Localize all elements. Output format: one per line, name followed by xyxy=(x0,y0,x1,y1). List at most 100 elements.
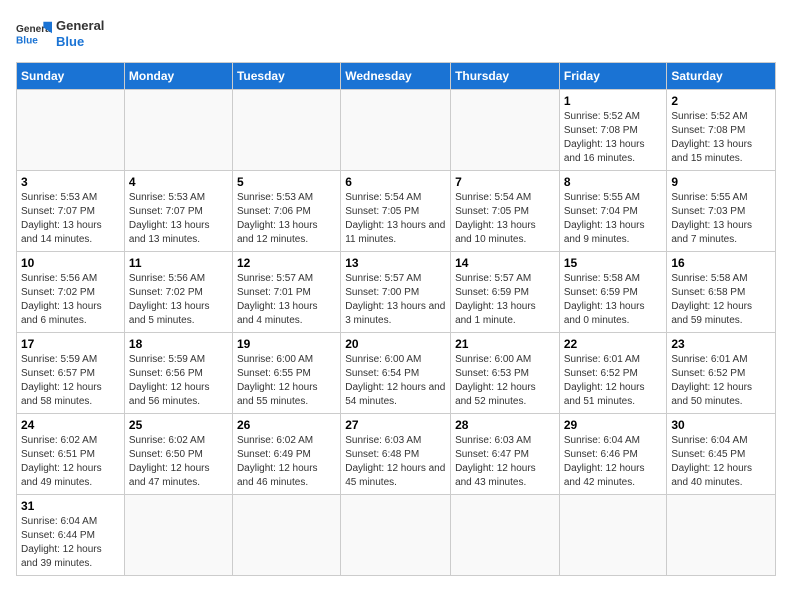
day-number: 10 xyxy=(21,256,120,270)
calendar-cell: 8 Sunrise: 5:55 AM Sunset: 7:04 PM Daylig… xyxy=(559,171,667,252)
calendar-cell: 18 Sunrise: 5:59 AM Sunset: 6:56 PM Dayli… xyxy=(124,333,232,414)
day-info: Sunrise: 6:00 AM Sunset: 6:53 PM Dayligh… xyxy=(455,353,555,409)
page-header: General Blue General Blue xyxy=(16,16,776,52)
day-info: Sunrise: 6:02 AM Sunset: 6:51 PM Dayligh… xyxy=(21,434,120,490)
day-number: 24 xyxy=(21,418,120,432)
calendar-cell xyxy=(341,90,451,171)
calendar-cell: 25 Sunrise: 6:02 AM Sunset: 6:50 PM Dayli… xyxy=(124,414,232,495)
day-info: Sunrise: 5:57 AM Sunset: 6:59 PM Dayligh… xyxy=(455,272,555,328)
calendar-cell: 1Sunrise: 5:52 AM Sunset: 7:08 PM Daylig… xyxy=(559,90,667,171)
day-number: 12 xyxy=(237,256,336,270)
day-info: Sunrise: 5:58 AM Sunset: 6:58 PM Dayligh… xyxy=(671,272,771,328)
day-info: Sunrise: 5:53 AM Sunset: 7:07 PM Dayligh… xyxy=(129,191,228,247)
calendar-cell xyxy=(451,90,560,171)
day-info: Sunrise: 5:59 AM Sunset: 6:57 PM Dayligh… xyxy=(21,353,120,409)
calendar-cell: 16 Sunrise: 5:58 AM Sunset: 6:58 PM Dayli… xyxy=(667,252,776,333)
day-number: 19 xyxy=(237,337,336,351)
day-info: Sunrise: 5:52 AM Sunset: 7:08 PM Dayligh… xyxy=(671,110,771,166)
calendar-cell: 9 Sunrise: 5:55 AM Sunset: 7:03 PM Daylig… xyxy=(667,171,776,252)
day-number: 3 xyxy=(21,175,120,189)
calendar-cell: 19Sunrise: 6:00 AM Sunset: 6:55 PM Dayli… xyxy=(232,333,340,414)
day-number: 18 xyxy=(129,337,228,351)
logo: General Blue General Blue xyxy=(16,16,104,52)
day-info: Sunrise: 5:55 AM Sunset: 7:04 PM Dayligh… xyxy=(564,191,663,247)
calendar-cell xyxy=(17,90,125,171)
calendar-cell xyxy=(124,495,232,576)
day-info: Sunrise: 6:01 AM Sunset: 6:52 PM Dayligh… xyxy=(564,353,663,409)
day-number: 6 xyxy=(345,175,446,189)
calendar-cell: 31Sunrise: 6:04 AM Sunset: 6:44 PM Dayli… xyxy=(17,495,125,576)
day-number: 4 xyxy=(129,175,228,189)
day-number: 28 xyxy=(455,418,555,432)
calendar-week-row: 31Sunrise: 6:04 AM Sunset: 6:44 PM Dayli… xyxy=(17,495,776,576)
column-header-monday: Monday xyxy=(124,63,232,90)
day-number: 23 xyxy=(671,337,771,351)
column-header-wednesday: Wednesday xyxy=(341,63,451,90)
calendar-cell xyxy=(667,495,776,576)
day-number: 9 xyxy=(671,175,771,189)
calendar-cell xyxy=(232,90,340,171)
day-number: 2 xyxy=(671,94,771,108)
day-info: Sunrise: 6:04 AM Sunset: 6:46 PM Dayligh… xyxy=(564,434,663,490)
calendar-week-row: 3 Sunrise: 5:53 AM Sunset: 7:07 PM Daylig… xyxy=(17,171,776,252)
day-info: Sunrise: 6:03 AM Sunset: 6:48 PM Dayligh… xyxy=(345,434,446,490)
calendar-header-row: SundayMondayTuesdayWednesdayThursdayFrid… xyxy=(17,63,776,90)
day-number: 5 xyxy=(237,175,336,189)
calendar-cell: 22Sunrise: 6:01 AM Sunset: 6:52 PM Dayli… xyxy=(559,333,667,414)
day-number: 21 xyxy=(455,337,555,351)
day-info: Sunrise: 5:55 AM Sunset: 7:03 PM Dayligh… xyxy=(671,191,771,247)
day-number: 16 xyxy=(671,256,771,270)
calendar-cell: 12Sunrise: 5:57 AM Sunset: 7:01 PM Dayli… xyxy=(232,252,340,333)
calendar-cell: 11 Sunrise: 5:56 AM Sunset: 7:02 PM Dayli… xyxy=(124,252,232,333)
day-info: Sunrise: 6:01 AM Sunset: 6:52 PM Dayligh… xyxy=(671,353,771,409)
day-number: 27 xyxy=(345,418,446,432)
calendar-cell: 13 Sunrise: 5:57 AM Sunset: 7:00 PM Dayli… xyxy=(341,252,451,333)
day-info: Sunrise: 5:52 AM Sunset: 7:08 PM Dayligh… xyxy=(564,110,663,166)
day-number: 26 xyxy=(237,418,336,432)
column-header-tuesday: Tuesday xyxy=(232,63,340,90)
day-number: 7 xyxy=(455,175,555,189)
day-info: Sunrise: 6:02 AM Sunset: 6:50 PM Dayligh… xyxy=(129,434,228,490)
day-number: 11 xyxy=(129,256,228,270)
day-number: 25 xyxy=(129,418,228,432)
day-info: Sunrise: 5:53 AM Sunset: 7:07 PM Dayligh… xyxy=(21,191,120,247)
calendar-cell: 14 Sunrise: 5:57 AM Sunset: 6:59 PM Dayli… xyxy=(451,252,560,333)
day-info: Sunrise: 5:56 AM Sunset: 7:02 PM Dayligh… xyxy=(129,272,228,328)
day-number: 30 xyxy=(671,418,771,432)
calendar-cell xyxy=(559,495,667,576)
calendar-cell: 4 Sunrise: 5:53 AM Sunset: 7:07 PM Daylig… xyxy=(124,171,232,252)
day-number: 13 xyxy=(345,256,446,270)
logo-general-text: General xyxy=(56,18,104,34)
calendar-cell: 27 Sunrise: 6:03 AM Sunset: 6:48 PM Dayli… xyxy=(341,414,451,495)
day-info: Sunrise: 6:00 AM Sunset: 6:54 PM Dayligh… xyxy=(345,353,446,409)
calendar-cell: 29 Sunrise: 6:04 AM Sunset: 6:46 PM Dayli… xyxy=(559,414,667,495)
calendar-cell: 17Sunrise: 5:59 AM Sunset: 6:57 PM Dayli… xyxy=(17,333,125,414)
calendar-cell: 28 Sunrise: 6:03 AM Sunset: 6:47 PM Dayli… xyxy=(451,414,560,495)
day-info: Sunrise: 5:59 AM Sunset: 6:56 PM Dayligh… xyxy=(129,353,228,409)
day-number: 14 xyxy=(455,256,555,270)
column-header-thursday: Thursday xyxy=(451,63,560,90)
column-header-sunday: Sunday xyxy=(17,63,125,90)
logo-icon: General Blue xyxy=(16,16,52,52)
day-info: Sunrise: 5:56 AM Sunset: 7:02 PM Dayligh… xyxy=(21,272,120,328)
day-info: Sunrise: 5:57 AM Sunset: 7:00 PM Dayligh… xyxy=(345,272,446,328)
logo-blue-text: Blue xyxy=(56,34,104,50)
calendar-cell: 24 Sunrise: 6:02 AM Sunset: 6:51 PM Dayli… xyxy=(17,414,125,495)
svg-text:Blue: Blue xyxy=(16,35,38,46)
day-info: Sunrise: 6:03 AM Sunset: 6:47 PM Dayligh… xyxy=(455,434,555,490)
calendar-cell: 21 Sunrise: 6:00 AM Sunset: 6:53 PM Dayli… xyxy=(451,333,560,414)
calendar-cell xyxy=(124,90,232,171)
day-number: 8 xyxy=(564,175,663,189)
day-info: Sunrise: 5:58 AM Sunset: 6:59 PM Dayligh… xyxy=(564,272,663,328)
day-number: 29 xyxy=(564,418,663,432)
calendar-cell xyxy=(451,495,560,576)
calendar-cell: 2 Sunrise: 5:52 AM Sunset: 7:08 PM Daylig… xyxy=(667,90,776,171)
calendar-cell: 5 Sunrise: 5:53 AM Sunset: 7:06 PM Daylig… xyxy=(232,171,340,252)
calendar-cell: 30 Sunrise: 6:04 AM Sunset: 6:45 PM Dayli… xyxy=(667,414,776,495)
calendar-cell: 15Sunrise: 5:58 AM Sunset: 6:59 PM Dayli… xyxy=(559,252,667,333)
calendar-table: SundayMondayTuesdayWednesdayThursdayFrid… xyxy=(16,62,776,576)
calendar-week-row: 1Sunrise: 5:52 AM Sunset: 7:08 PM Daylig… xyxy=(17,90,776,171)
day-info: Sunrise: 5:53 AM Sunset: 7:06 PM Dayligh… xyxy=(237,191,336,247)
day-info: Sunrise: 6:04 AM Sunset: 6:45 PM Dayligh… xyxy=(671,434,771,490)
calendar-cell: 6Sunrise: 5:54 AM Sunset: 7:05 PM Daylig… xyxy=(341,171,451,252)
